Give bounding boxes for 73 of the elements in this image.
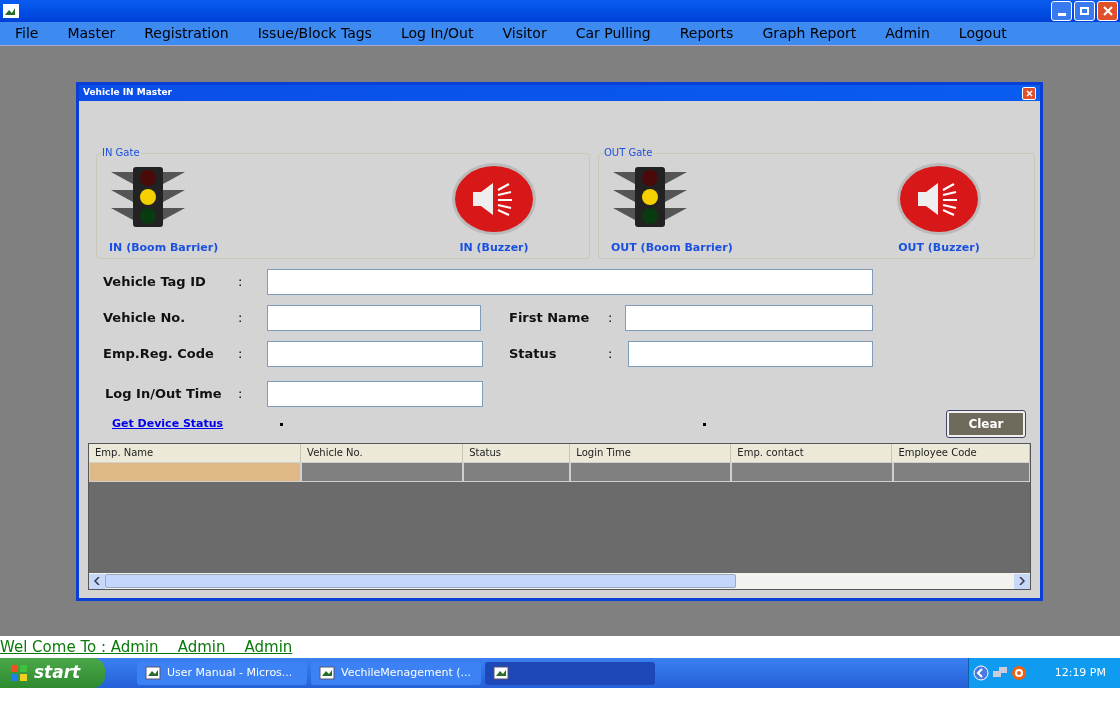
taskbar-task[interactable]: VechileMenagement (... [311, 661, 481, 685]
buzzer-label: IN (Buzzer) [459, 239, 529, 256]
input-field[interactable] [267, 341, 483, 367]
table-cell[interactable] [301, 462, 464, 482]
close-icon [1102, 6, 1113, 16]
scroll-left-button[interactable] [89, 573, 105, 589]
menu-item[interactable]: Car Pulling [575, 23, 651, 44]
scrollbar-thumb[interactable] [105, 574, 736, 588]
field-label: Vehicle No. [103, 309, 187, 328]
window-icon [493, 666, 509, 680]
dialog-title: Vehicle IN Master [83, 86, 172, 100]
barrier-label: IN (Boom Barrier) [109, 239, 219, 256]
welcome-text: Wel Come To : Admin Admin Admin [0, 636, 293, 658]
windows-logo-icon [10, 664, 28, 682]
colon-separator: : [608, 309, 614, 328]
task-label: VechileMenagement (... [341, 664, 472, 681]
table-cell[interactable] [463, 462, 571, 482]
colon-separator: : [238, 309, 244, 328]
field-label: Log In/Out Time [105, 385, 223, 404]
task-label: User Manual - Micros... [167, 664, 293, 681]
start-button[interactable]: start [0, 658, 105, 688]
window-icon [319, 666, 335, 680]
input-field[interactable] [267, 269, 873, 295]
clock: 12:19 PM [1054, 664, 1107, 681]
restore-button[interactable] [1074, 1, 1095, 21]
colon-separator: : [608, 345, 614, 364]
minimize-button[interactable] [1051, 1, 1072, 21]
table-cell[interactable] [570, 462, 732, 482]
colon-separator: : [238, 273, 244, 292]
circle-icon[interactable] [1011, 665, 1027, 681]
field-label: Status [509, 345, 558, 364]
buzzer-label: OUT (Buzzer) [898, 239, 980, 256]
close-icon [1025, 89, 1033, 97]
clear-button[interactable]: Clear [947, 411, 1025, 437]
device-status-link[interactable]: Get Device Status [112, 415, 280, 433]
speaker-button-icon[interactable] [451, 161, 537, 236]
colon-separator: : [238, 345, 244, 364]
traffic-light-icon [611, 165, 689, 228]
close-button[interactable] [1097, 1, 1118, 21]
menu-item[interactable]: Visitor [502, 23, 547, 44]
input-field[interactable] [625, 305, 873, 331]
chevron-left-icon[interactable] [973, 665, 989, 681]
app-icon [2, 3, 20, 19]
table-cell[interactable] [89, 462, 302, 482]
menu-item[interactable]: Graph Report [762, 23, 857, 44]
field-label: Emp.Reg. Code [103, 345, 215, 364]
menu-item[interactable]: Admin [885, 23, 930, 44]
menu-item[interactable]: Reports [679, 23, 734, 44]
taskbar-task[interactable]: User Manual - Micros... [137, 661, 307, 685]
close-button[interactable] [1022, 86, 1036, 100]
horizontal-scrollbar[interactable] [89, 573, 1030, 589]
menu-item[interactable]: File [15, 23, 39, 44]
menu-item[interactable]: Log In/Out [400, 23, 474, 44]
input-field[interactable] [267, 305, 481, 331]
menu-item[interactable]: Registration [144, 23, 229, 44]
menu-item[interactable]: Issue/Block Tags [257, 23, 372, 44]
menu-item[interactable]: Logout [958, 23, 1007, 44]
table-cell[interactable] [731, 462, 893, 482]
table-cell[interactable] [892, 462, 1030, 482]
chevron-left-icon [94, 577, 100, 585]
field-label: Vehicle Tag ID [103, 273, 207, 292]
speaker-button-icon[interactable] [896, 161, 982, 236]
chevron-right-icon [1019, 577, 1025, 585]
input-field[interactable] [628, 341, 873, 367]
input-field[interactable] [267, 381, 483, 407]
window-icon [145, 666, 161, 680]
barrier-label: OUT (Boom Barrier) [611, 239, 733, 256]
colon-separator: : [238, 385, 244, 404]
taskbar-task[interactable] [485, 661, 655, 685]
scroll-right-button[interactable] [1014, 573, 1030, 589]
field-label: First Name [509, 309, 591, 328]
menu-item[interactable]: Master [67, 23, 116, 44]
traffic-light-icon [109, 165, 187, 228]
